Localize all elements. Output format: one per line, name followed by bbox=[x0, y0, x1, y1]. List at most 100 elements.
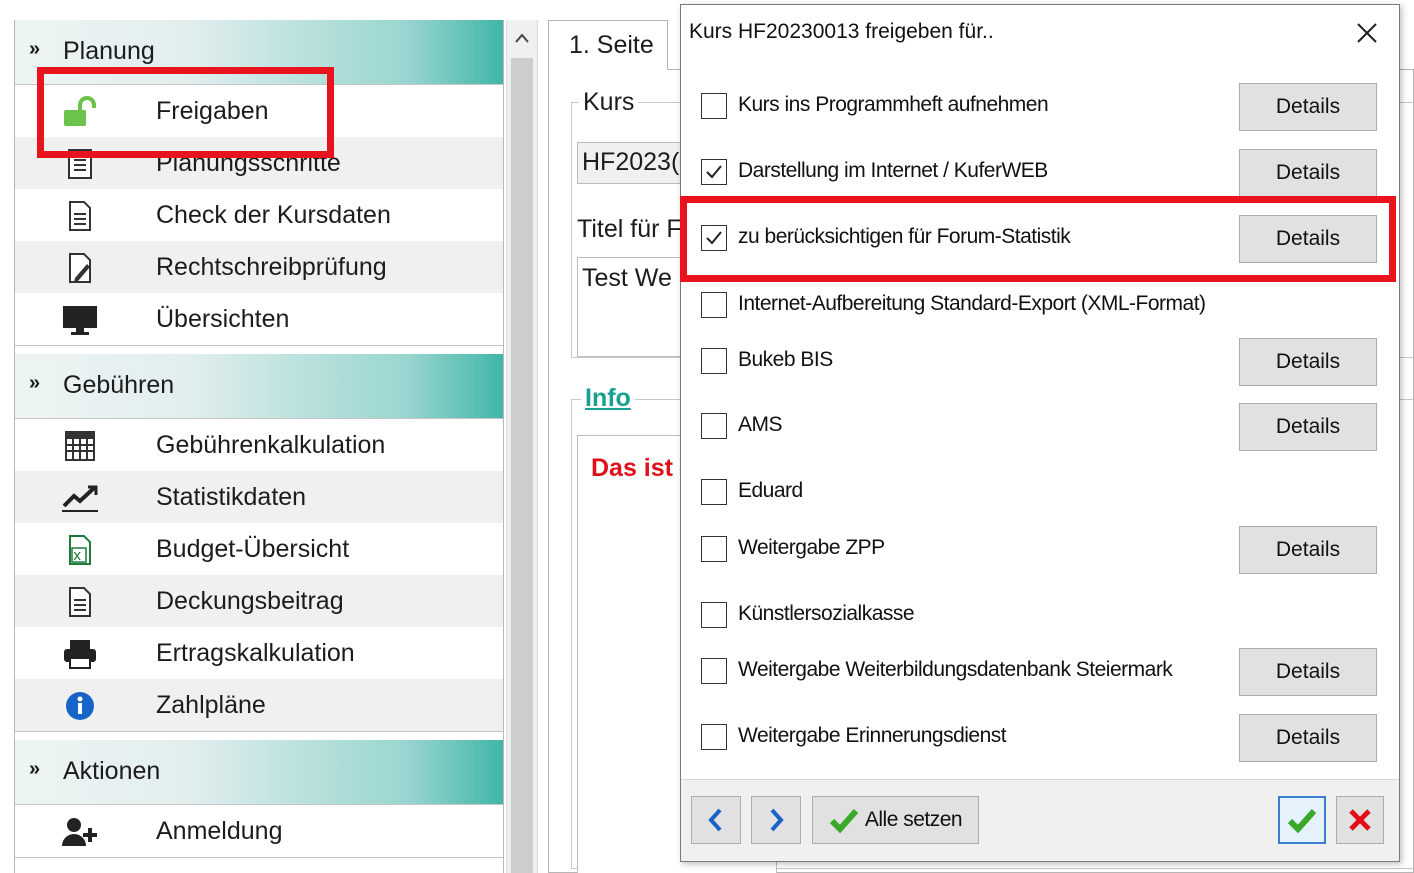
nav-item-uebersichten[interactable]: Übersichten bbox=[15, 293, 503, 345]
nav-item-statistikdaten[interactable]: Statistikdaten bbox=[15, 471, 503, 523]
collapse-chevron-icon: » bbox=[29, 758, 41, 780]
info-text: Das ist bbox=[591, 454, 673, 482]
nav-item-label: Deckungsbeitrag bbox=[156, 587, 344, 615]
option-row: Weitergabe ZPP Details bbox=[701, 526, 1381, 574]
option-label[interactable]: Eduard bbox=[738, 478, 803, 504]
nav-item-label: Übersichten bbox=[156, 305, 290, 333]
option-checkbox[interactable] bbox=[701, 602, 727, 628]
option-label[interactable]: AMS bbox=[738, 412, 783, 438]
set-all-button[interactable]: Alle setzen bbox=[812, 796, 979, 844]
screen: » Planung Freigaben Planungsschritte Che… bbox=[0, 0, 1414, 873]
details-button[interactable]: Details bbox=[1239, 83, 1377, 131]
option-checkbox[interactable] bbox=[701, 413, 727, 439]
option-checkbox[interactable] bbox=[701, 536, 727, 562]
group-body-aktionen: Anmeldung bbox=[15, 804, 503, 858]
option-row: Künstlersozialkasse bbox=[701, 592, 1381, 640]
nav-item-label: Freigaben bbox=[156, 97, 269, 125]
nav-item-planungsschritte[interactable]: Planungsschritte bbox=[15, 137, 503, 189]
info-icon bbox=[59, 691, 101, 721]
monitor-icon bbox=[59, 305, 101, 335]
prev-button[interactable] bbox=[691, 796, 741, 844]
option-checkbox[interactable] bbox=[701, 479, 727, 505]
nav-item-anmeldung[interactable]: Anmeldung bbox=[15, 805, 503, 857]
excel-icon: x bbox=[59, 535, 101, 565]
task-panel: » Planung Freigaben Planungsschritte Che… bbox=[14, 20, 504, 873]
group-header-aktionen[interactable]: » Aktionen bbox=[15, 740, 503, 804]
collapse-chevron-icon: » bbox=[29, 372, 41, 394]
option-label[interactable]: Weitergabe ZPP bbox=[738, 535, 885, 561]
document-edit-icon bbox=[59, 253, 101, 283]
document-icon bbox=[59, 201, 101, 231]
ok-checkmark-icon bbox=[1287, 809, 1317, 834]
collapse-chevron-icon: » bbox=[29, 38, 41, 60]
nav-item-label: Planungsschritte bbox=[156, 149, 341, 177]
nav-item-label: Anmeldung bbox=[156, 817, 283, 845]
ok-button[interactable] bbox=[1278, 796, 1326, 844]
group-body-gebuehren: Gebührenkalkulation Statistikdaten x Bud… bbox=[15, 418, 503, 732]
details-button[interactable]: Details bbox=[1239, 149, 1377, 197]
option-checkbox[interactable] bbox=[701, 348, 727, 374]
document-icon bbox=[59, 587, 101, 617]
printer-icon bbox=[59, 639, 101, 669]
option-checkbox[interactable] bbox=[701, 225, 727, 251]
scrollbar-thumb[interactable] bbox=[511, 58, 533, 873]
details-button[interactable]: Details bbox=[1239, 714, 1377, 762]
option-checkbox[interactable] bbox=[701, 724, 727, 750]
nav-item-zahlplaene[interactable]: Zahlpläne bbox=[15, 679, 503, 731]
nav-item-freigaben[interactable]: Freigaben bbox=[15, 85, 503, 137]
option-label[interactable]: Bukeb BIS bbox=[738, 347, 833, 373]
details-button[interactable]: Details bbox=[1239, 526, 1377, 574]
option-label[interactable]: Weitergabe Erinnerungsdienst bbox=[738, 723, 1007, 749]
option-label[interactable]: Kurs ins Programmheft aufnehmen bbox=[738, 92, 1049, 118]
option-row: zu berücksichtigen für Forum-Statistik De… bbox=[701, 215, 1381, 263]
task-panel-scrollbar[interactable] bbox=[506, 20, 538, 873]
release-dialog: Kurs HF20230013 freigeben für.. Kurs ins… bbox=[680, 4, 1400, 862]
details-button[interactable]: Details bbox=[1239, 403, 1377, 451]
nav-item-ertragskalkulation[interactable]: Ertragskalkulation bbox=[15, 627, 503, 679]
nav-item-label: Statistikdaten bbox=[156, 483, 307, 511]
nav-item-label: Check der Kursdaten bbox=[156, 201, 391, 229]
option-checkbox[interactable] bbox=[701, 93, 727, 119]
scroll-up-icon[interactable] bbox=[507, 20, 537, 56]
nav-item-deckungsbeitrag[interactable]: Deckungsbeitrag bbox=[15, 575, 503, 627]
option-row: Bukeb BIS Details bbox=[701, 338, 1381, 386]
calculator-icon bbox=[59, 431, 101, 461]
cancel-button[interactable] bbox=[1336, 796, 1384, 844]
nav-item-rechtschreibpruefung[interactable]: Rechtschreibprüfung bbox=[15, 241, 503, 293]
kurs-label: Kurs bbox=[579, 88, 639, 116]
option-label[interactable]: Darstellung im Internet / KuferWEB bbox=[738, 158, 1048, 184]
group-header-planung[interactable]: » Planung bbox=[15, 20, 503, 84]
cancel-x-icon bbox=[1349, 809, 1371, 831]
option-label[interactable]: Internet-Aufbereitung Standard-Export (X… bbox=[738, 291, 1206, 317]
option-checkbox[interactable] bbox=[701, 658, 727, 684]
chevron-right-icon bbox=[770, 808, 784, 832]
set-all-label: Alle setzen bbox=[864, 808, 963, 831]
nav-item-label: Rechtschreibprüfung bbox=[156, 253, 387, 281]
option-checkbox[interactable] bbox=[701, 159, 727, 185]
option-label[interactable]: Künstlersozialkasse bbox=[738, 601, 915, 627]
option-label[interactable]: Weitergabe Weiterbildungsdatenbank Steie… bbox=[738, 657, 1173, 683]
info-link[interactable]: Info bbox=[581, 384, 635, 412]
option-row: Darstellung im Internet / KuferWEB Detail… bbox=[701, 149, 1381, 197]
nav-item-check-kursdaten[interactable]: Check der Kursdaten bbox=[15, 189, 503, 241]
nav-item-gebuehrenkalkulation[interactable]: Gebührenkalkulation bbox=[15, 419, 503, 471]
close-icon[interactable] bbox=[1345, 15, 1389, 51]
nav-item-label: Ertragskalkulation bbox=[156, 639, 355, 667]
next-button[interactable] bbox=[751, 796, 801, 844]
details-button[interactable]: Details bbox=[1239, 648, 1377, 696]
list-document-icon bbox=[59, 149, 101, 179]
add-user-icon bbox=[59, 817, 101, 847]
nav-item-label: Budget-Übersicht bbox=[156, 535, 350, 563]
chevron-left-icon bbox=[708, 808, 722, 832]
tab-seite-1[interactable]: 1. Seite bbox=[548, 20, 668, 70]
group-header-gebuehren[interactable]: » Gebühren bbox=[15, 354, 503, 418]
nav-item-budget-uebersicht[interactable]: x Budget-Übersicht bbox=[15, 523, 503, 575]
details-button[interactable]: Details bbox=[1239, 215, 1377, 263]
option-row: Kurs ins Programmheft aufnehmen Details bbox=[701, 83, 1381, 131]
option-label[interactable]: zu berücksichtigen für Forum-Statistik bbox=[738, 224, 1071, 250]
option-row: AMS Details bbox=[701, 403, 1381, 451]
group-title: Gebühren bbox=[63, 371, 175, 399]
option-checkbox[interactable] bbox=[701, 292, 727, 318]
details-button[interactable]: Details bbox=[1239, 338, 1377, 386]
tab-label: 1. Seite bbox=[569, 31, 654, 59]
